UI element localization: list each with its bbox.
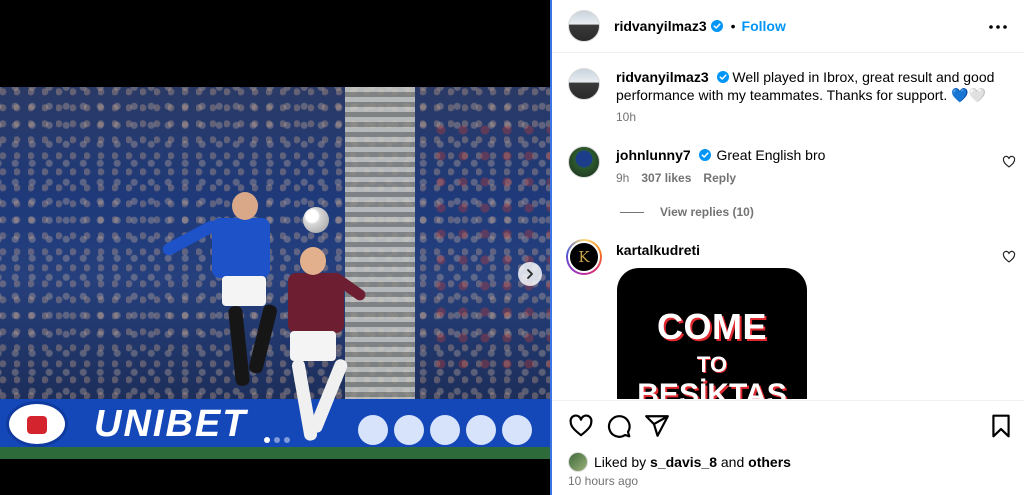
carousel-dot-active [264,437,270,443]
sticker-line-3: BESİKTAS [637,378,787,399]
separator-dot: • [730,18,736,34]
verified-badge-icon [698,149,711,161]
sticker-line-1: COME [657,306,767,347]
sticker-line-2: TO [696,352,728,377]
media-pane: UNIBET [0,0,550,495]
commenter-avatar[interactable] [568,146,600,178]
player-maroon-kit [270,247,370,459]
author-avatar[interactable] [568,10,600,42]
comment-age: 9h [616,171,630,185]
liked-by-prefix: Liked by [594,454,647,470]
liker-avatar[interactable] [568,452,588,472]
hoarding-circles [358,415,532,445]
commenter-username[interactable]: johnlunny7 [616,147,691,163]
liked-by-others[interactable]: others [748,454,791,470]
liked-by-user[interactable]: s_davis_8 [650,454,717,470]
carousel-dot [274,437,280,443]
heart-icon[interactable] [1002,250,1016,264]
view-replies-label: View replies (10) [660,205,754,219]
liked-by-and: and [720,454,745,470]
comment-icon[interactable] [606,413,632,439]
carousel-indicator [264,437,290,443]
comment-text: johnlunny7 Great English bro [616,146,825,164]
story-ring-avatar[interactable]: K [566,239,602,275]
caption-row: ridvanyilmaz3 Well played in Ibrox, grea… [568,68,996,124]
reply-button[interactable]: Reply [703,171,736,185]
club-crest [6,401,68,447]
bookmark-icon[interactable] [988,413,1014,439]
post-details-panel: ridvanyilmaz3 • Follow ridvanyilmaz3 Wel… [550,0,1024,495]
verified-badge-icon [716,71,729,83]
comment-sticker-image[interactable]: COME TO BESİKTAS [617,268,807,399]
comment-body: Great English bro [716,147,826,163]
follow-button[interactable]: Follow [742,18,786,34]
chevron-right-icon [527,269,533,279]
football [303,207,329,233]
next-image-button[interactable] [518,262,542,286]
heart-icon[interactable] [1002,155,1016,169]
caption-text: ridvanyilmaz3 Well played in Ibrox, grea… [616,68,996,104]
verified-badge-icon [710,20,723,32]
share-icon[interactable] [644,413,670,439]
caption-age: 10h [616,110,637,124]
comments-list[interactable]: ridvanyilmaz3 Well played in Ibrox, grea… [552,54,1024,399]
player-blue-kit [160,192,280,422]
author-avatar[interactable] [568,68,600,100]
more-options-button[interactable] [986,15,1010,39]
commenter-avatar-letter: K [568,241,600,273]
comment-likes[interactable]: 307 likes [641,171,691,185]
commenter-username[interactable]: kartalkudreti [616,242,700,258]
heart-icon[interactable] [568,413,594,439]
carousel-dot [284,437,290,443]
crowd-fans-red [430,117,550,377]
post-timestamp[interactable]: 10 hours ago [568,474,638,488]
likes-summary: Liked by s_davis_8 and others [568,452,791,472]
author-username[interactable]: ridvanyilmaz3 [614,18,707,34]
more-options-icon [989,25,1007,29]
post-header: ridvanyilmaz3 • Follow [552,0,1024,53]
view-replies-button[interactable]: View replies (10) [620,205,754,219]
comment-item: johnlunny7 Great English bro 9h 307 like… [568,146,825,185]
caption-username[interactable]: ridvanyilmaz3 [616,69,709,85]
post-photo[interactable]: UNIBET [0,87,550,459]
